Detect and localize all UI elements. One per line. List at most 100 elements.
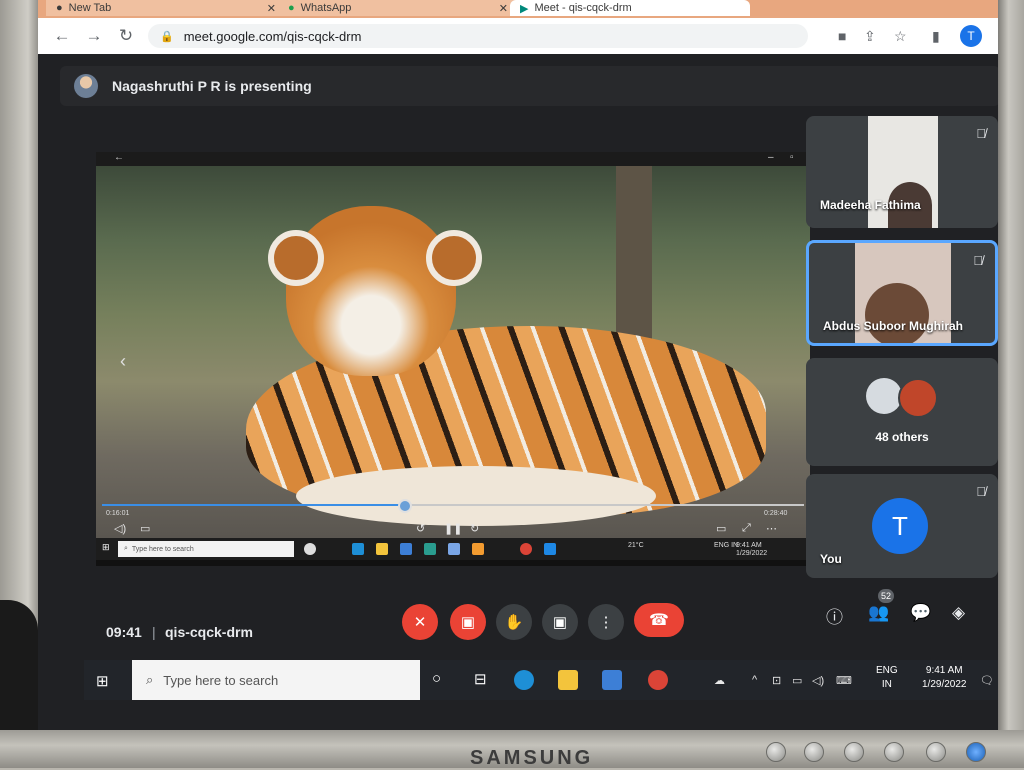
total-duration: 0:28:40 bbox=[764, 510, 788, 517]
monitor-button[interactable] bbox=[804, 742, 824, 762]
chrome-icon bbox=[520, 543, 532, 555]
sidepanel-icon[interactable]: ▮ bbox=[932, 28, 940, 45]
reload-icon[interactable]: ↻ bbox=[114, 26, 138, 46]
raise-hand-button[interactable]: ✋ bbox=[496, 604, 532, 640]
close-icon[interactable]: ✕ bbox=[499, 2, 508, 15]
chevron-left-icon[interactable]: ‹ bbox=[120, 351, 126, 372]
mail-icon bbox=[424, 543, 436, 555]
people-icon[interactable]: 👥 bbox=[868, 603, 889, 623]
search-icon: ⌕ bbox=[146, 672, 154, 687]
participant-name: Abdus Suboor Mughirah bbox=[823, 319, 963, 333]
weather-icon[interactable]: ☁ bbox=[714, 674, 725, 687]
close-icon[interactable]: ✕ bbox=[267, 2, 276, 15]
tiger-ear-left bbox=[268, 230, 324, 286]
participant-tile[interactable]: 🎙̸ Madeeha Fathima bbox=[806, 116, 998, 228]
tab-whatsapp[interactable]: ● WhatsApp ✕ bbox=[278, 0, 518, 16]
network-icon[interactable]: ⊡ bbox=[772, 674, 781, 687]
more-options-button[interactable]: ⋮ bbox=[588, 604, 624, 640]
taskbar-clock[interactable]: 9:41 AM 1/29/2022 bbox=[922, 664, 967, 692]
shared-screen: ← – ▫ ✕ ‹ › 0:16:01 0:28:40 ◁) ▭ ↺ ❚❚ bbox=[96, 152, 820, 566]
presenting-text: Nagashruthi P R is presenting bbox=[112, 78, 312, 94]
participant-tile-speaking[interactable]: 🎙̸ Abdus Suboor Mughirah bbox=[806, 240, 998, 346]
captions-icon[interactable]: ▭ bbox=[140, 522, 150, 535]
people-count-badge: 52 bbox=[878, 589, 894, 603]
monitor-button[interactable] bbox=[926, 742, 946, 762]
participant-name: You bbox=[820, 552, 842, 566]
participant-face bbox=[865, 283, 929, 343]
fullscreen-icon[interactable]: ⤢ bbox=[742, 522, 751, 535]
volume-icon[interactable]: ◁) bbox=[114, 522, 126, 535]
volume-icon[interactable]: ◁) bbox=[812, 674, 824, 687]
self-tile[interactable]: T 🎙̸ You bbox=[806, 474, 998, 578]
camera-toggle-button[interactable]: ▣ bbox=[450, 604, 486, 640]
language-text: ENG IN bbox=[714, 542, 739, 549]
mic-off-icon: 🎙̸ bbox=[973, 253, 983, 268]
player-title-bar: ← – ▫ ✕ bbox=[96, 152, 820, 166]
monitor-button[interactable] bbox=[844, 742, 864, 762]
monitor-screen: ● New Tab ✕ ● WhatsApp ✕ ▶ Meet - qis-cq… bbox=[38, 0, 1006, 740]
cortana-icon[interactable]: ○ bbox=[432, 670, 441, 687]
camera-icon[interactable]: ■ bbox=[838, 28, 846, 44]
power-button[interactable] bbox=[966, 742, 986, 762]
seek-bar[interactable] bbox=[102, 499, 804, 513]
taskbar-search[interactable]: ⌕ Type here to search bbox=[132, 660, 420, 700]
seek-handle[interactable] bbox=[397, 499, 412, 513]
back-icon[interactable]: ← bbox=[50, 26, 74, 46]
clock-time: 9:41 AM bbox=[925, 665, 963, 676]
search-icon: ⌕ bbox=[124, 545, 128, 552]
more-icon[interactable]: ⋯ bbox=[766, 522, 777, 535]
back-icon[interactable]: ← bbox=[114, 152, 124, 163]
tab-new-tab[interactable]: ● New Tab ✕ bbox=[46, 0, 286, 16]
meet-icon: ▶ bbox=[520, 2, 529, 15]
presenting-banner: Nagashruthi P R is presenting bbox=[60, 66, 1000, 106]
meeting-code: qis-cqck-drm bbox=[165, 624, 253, 640]
language-indicator[interactable]: ENG IN bbox=[876, 664, 898, 692]
minimize-icon[interactable]: – bbox=[768, 152, 774, 163]
store-icon[interactable] bbox=[602, 670, 622, 690]
share-icon[interactable]: ⇪ bbox=[864, 28, 876, 45]
tab-label: WhatsApp bbox=[300, 2, 352, 14]
rewind-10-icon[interactable]: ↺ bbox=[416, 522, 425, 535]
edge-icon bbox=[352, 543, 364, 555]
bookmark-star-icon[interactable]: ☆ bbox=[894, 28, 907, 45]
miniplayer-icon[interactable]: ▭ bbox=[716, 522, 726, 535]
windows-start-icon[interactable]: ⊞ bbox=[96, 672, 109, 690]
weather-text: 21°C bbox=[628, 542, 644, 549]
forward-30-icon[interactable]: ↻ bbox=[470, 522, 479, 535]
cortana-icon bbox=[304, 543, 316, 555]
mic-off-icon: 🎙̸ bbox=[976, 484, 986, 499]
seek-progress bbox=[102, 504, 404, 506]
end-call-button[interactable]: ☎ bbox=[634, 603, 684, 637]
present-button[interactable]: ▣ bbox=[542, 604, 578, 640]
video-frame[interactable]: ‹ › 0:16:01 0:28:40 ◁) ▭ ↺ ❚❚ ↻ ▭ ⤢ ⋯ bbox=[96, 166, 810, 538]
tab-meet[interactable]: ▶ Meet - qis-cqck-drm bbox=[510, 0, 750, 16]
profile-avatar[interactable]: T bbox=[960, 25, 982, 47]
pause-icon[interactable]: ❚❚ bbox=[444, 522, 462, 535]
tray-overflow-icon[interactable]: ^ bbox=[752, 674, 757, 686]
meeting-divider: | bbox=[152, 624, 156, 640]
search-placeholder: Type here to search bbox=[163, 672, 279, 688]
edge-icon[interactable] bbox=[514, 670, 534, 690]
forward-icon[interactable]: → bbox=[82, 26, 106, 46]
monitor-button[interactable] bbox=[766, 742, 786, 762]
vlc-icon bbox=[472, 543, 484, 555]
whatsapp-icon: ● bbox=[288, 2, 295, 14]
clock-date: 1/29/2022 bbox=[922, 679, 967, 690]
maximize-icon[interactable]: ▫ bbox=[790, 152, 794, 163]
phone-hangup-icon: ☎ bbox=[649, 612, 669, 629]
monitor-icon[interactable]: ▭ bbox=[792, 674, 802, 687]
address-bar[interactable]: 🔒 meet.google.com/qis-cqck-drm bbox=[148, 24, 808, 48]
file-explorer-icon[interactable] bbox=[558, 670, 578, 690]
activities-icon[interactable]: ◈ bbox=[952, 603, 965, 623]
info-icon[interactable]: ⓘ bbox=[826, 603, 843, 628]
task-view-icon[interactable]: ⊟ bbox=[474, 670, 487, 688]
chat-icon[interactable]: 💬 bbox=[910, 603, 931, 623]
notification-icon[interactable]: 🗨 bbox=[980, 674, 994, 687]
browser-toolbar: ← → ↻ 🔒 meet.google.com/qis-cqck-drm ■ ⇪… bbox=[38, 18, 1006, 54]
mic-toggle-button[interactable]: ✕ bbox=[402, 604, 438, 640]
others-tile[interactable]: 48 others bbox=[806, 358, 998, 466]
chrome-icon[interactable] bbox=[648, 670, 668, 690]
photos-icon bbox=[448, 543, 460, 555]
keyboard-icon[interactable]: ⌨ bbox=[836, 674, 852, 687]
monitor-button[interactable] bbox=[884, 742, 904, 762]
